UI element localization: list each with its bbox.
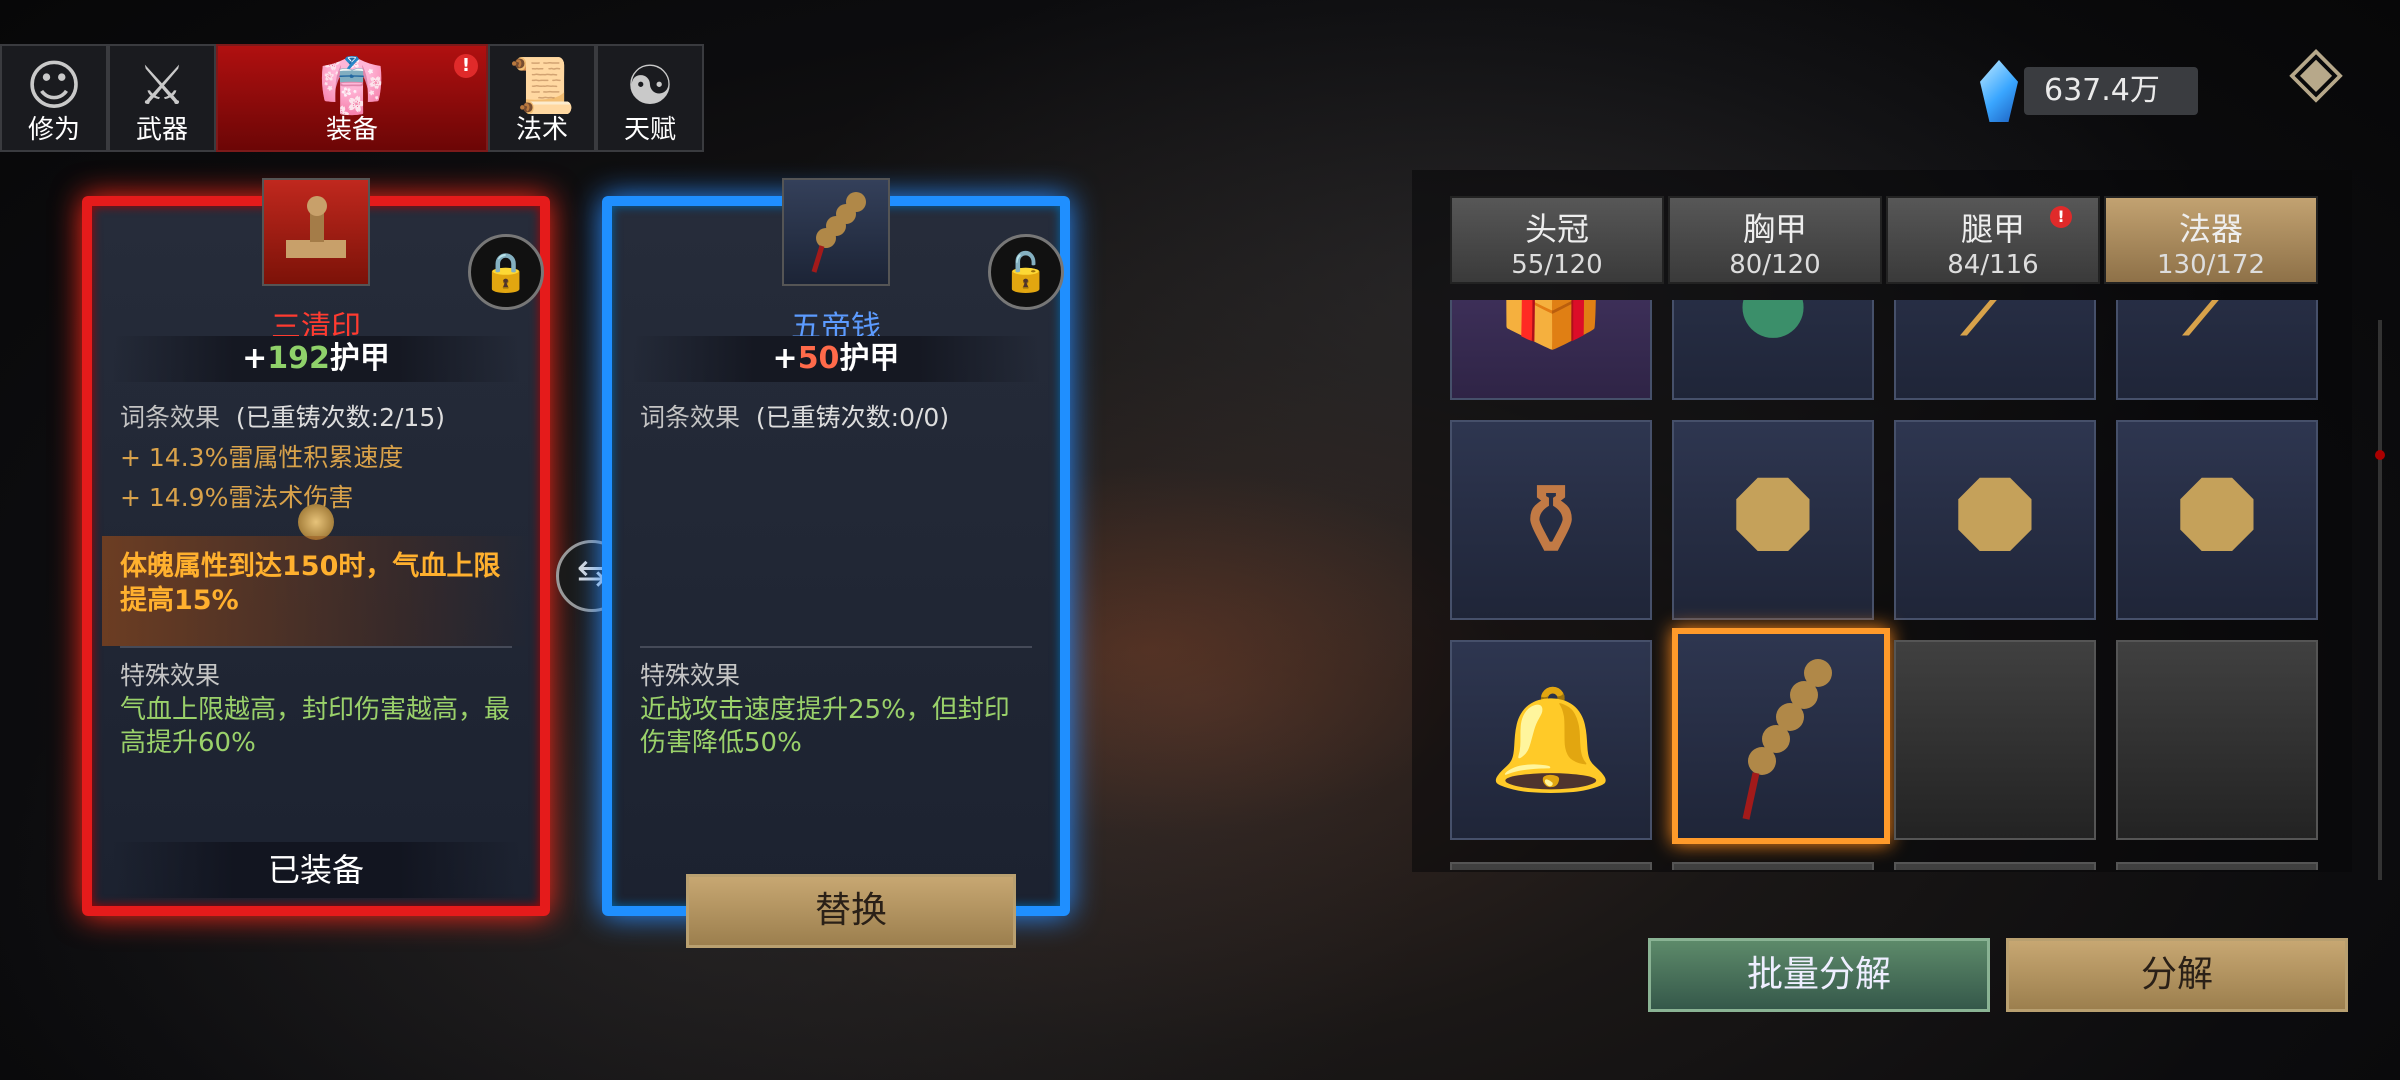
item-slot-empty[interactable] <box>2116 862 2318 870</box>
stat-value: 192 <box>267 341 330 376</box>
reforge-count: (已重铸次数:2/15) <box>235 403 445 432</box>
affix-title: 词条效果 <box>640 403 741 432</box>
inventory-scrollbar[interactable] <box>2375 320 2385 880</box>
affix-text: 雷属性积累速度 <box>228 443 404 472</box>
lock-icon[interactable]: 🔒 <box>468 234 544 310</box>
back-icon[interactable]: ◈ <box>2270 24 2362 116</box>
compare-item-card: 🔓 五帝钱 +50护甲 词条效果 (已重铸次数:0/0) 特殊效果 近战攻击速度… <box>602 178 1070 916</box>
tab-count: 80/120 <box>1729 250 1821 280</box>
crystal-icon <box>1980 60 2018 122</box>
armor-stat: +50护甲 <box>632 336 1040 382</box>
gourd-icon: ● <box>1738 300 1808 347</box>
tab-count: 55/120 <box>1511 250 1603 280</box>
scroll-thumb[interactable] <box>2375 450 2385 460</box>
item-slot-mirror[interactable]: ⯃ <box>1894 420 2096 620</box>
affix-plus: + <box>120 483 141 512</box>
alert-badge: ! <box>2050 206 2072 228</box>
stat-prefix: + <box>772 341 798 376</box>
affix-title: 词条效果 <box>120 403 221 432</box>
item-slot-ruler[interactable]: ⟋ <box>1894 300 2096 400</box>
item-slot-empty[interactable] <box>2116 640 2318 840</box>
sword-icon: ⚔ <box>137 54 187 117</box>
scroll-icon: 📜 <box>508 54 576 117</box>
tab-helmet[interactable]: 头冠 55/120 <box>1450 196 1664 284</box>
affix-value: 14.3% <box>148 443 229 472</box>
stat-label: 护甲 <box>329 341 390 376</box>
tab-legs[interactable]: ! 腿甲 84/116 <box>1886 196 2100 284</box>
special-text: 近战攻击速度提升25%，但封印伤害降低50% <box>640 695 1010 758</box>
set-bonus-text: 体魄属性到达150时，气血上限提高15% <box>120 551 501 616</box>
item-slot-mirror[interactable]: ⯃ <box>1672 420 1874 620</box>
decompose-button[interactable]: 分解 <box>2006 938 2348 1012</box>
seal-icon <box>262 178 370 286</box>
item-slot-gourd[interactable]: ● <box>1672 300 1874 400</box>
category-tab-bar: 头冠 55/120 胸甲 80/120 ! 腿甲 84/116 法器 130/172 <box>1450 196 2322 284</box>
tab-name: 头冠 <box>1524 210 1589 248</box>
tab-artifact[interactable]: 法器 130/172 <box>2104 196 2318 284</box>
lotus-bowl-icon: ⚱ <box>1509 461 1593 579</box>
stat-prefix: + <box>242 341 268 376</box>
bagua-mirror-icon: ⯃ <box>1955 461 2035 578</box>
item-slot-empty[interactable] <box>1894 862 2096 870</box>
affix-plus: + <box>120 443 141 472</box>
affix-header: 词条效果 (已重铸次数:2/15) <box>120 398 445 434</box>
coin-icon <box>298 504 334 540</box>
item-slot-seal-box[interactable]: 🎁 <box>1450 300 1652 400</box>
tab-chest[interactable]: 胸甲 80/120 <box>1668 196 1882 284</box>
bagua-mirror-icon: ⯃ <box>2177 461 2257 578</box>
ruler-icon: ⟋ <box>1960 300 2030 359</box>
special-title: 特殊效果 <box>640 661 741 690</box>
special-title: 特殊效果 <box>120 661 221 690</box>
affix-value: 14.9% <box>148 483 229 512</box>
replace-button[interactable]: 替换 <box>686 874 1016 948</box>
alert-badge: ! <box>454 54 478 78</box>
coin-string-icon <box>782 178 890 286</box>
bell-icon: 🔔 <box>1488 681 1614 798</box>
item-slot-selected[interactable] <box>1672 628 1890 844</box>
stat-label: 护甲 <box>839 341 900 376</box>
item-slot-empty[interactable] <box>1450 862 1652 870</box>
figure-icon: ☺ <box>25 54 83 117</box>
top-tab-bar: ☺ 修为 ⚔ 武器 👘 ! 装备 📜 法术 ☯ 天赋 <box>0 44 704 152</box>
tab-cultivation[interactable]: ☺ 修为 <box>0 44 108 152</box>
affix-text: 雷法术伤害 <box>228 483 354 512</box>
tab-count: 130/172 <box>2156 250 2265 280</box>
tab-count: 84/116 <box>1947 250 2039 280</box>
divider <box>120 646 512 648</box>
bagua-icon: ☯ <box>625 54 675 117</box>
set-bonus-banner: 体魄属性到达150时，气血上限提高15% <box>102 536 530 646</box>
batch-decompose-button[interactable]: 批量分解 <box>1648 938 1990 1012</box>
tab-equipment[interactable]: 👘 ! 装备 <box>216 44 488 152</box>
tab-talent[interactable]: ☯ 天赋 <box>596 44 704 152</box>
coin-string-icon <box>1742 659 1832 820</box>
reforge-count: (已重铸次数:0/0) <box>755 403 950 432</box>
unlock-icon[interactable]: 🔓 <box>988 234 1064 310</box>
tab-weapon[interactable]: ⚔ 武器 <box>108 44 216 152</box>
item-slot-empty[interactable] <box>1894 640 2096 840</box>
bagua-mirror-icon: ⯃ <box>1733 461 1813 578</box>
equipped-item-card: 🔒 三清印 +192护甲 词条效果 (已重铸次数:2/15) + 14.3%雷属… <box>82 178 550 916</box>
affix-line: + 14.3%雷属性积累速度 <box>120 438 403 474</box>
equipped-status: 已装备 <box>112 842 520 898</box>
tab-name: 胸甲 <box>1742 210 1807 248</box>
tab-name: 法器 <box>2178 210 2243 248</box>
tab-spell[interactable]: 📜 法术 <box>488 44 596 152</box>
stat-value: 50 <box>797 341 840 376</box>
special-text: 气血上限越高，封印伤害越高，最高提升60% <box>120 695 511 758</box>
currency-display: 637.4万 <box>1980 60 2198 122</box>
affix-header: 词条效果 (已重铸次数:0/0) <box>640 398 949 434</box>
inventory-grid: 🎁 ● ⟋ ⟋ ⚱ ⯃ ⯃ ⯃ 🔔 <box>1450 300 2320 870</box>
divider <box>640 646 1032 648</box>
item-slot-mirror[interactable]: ⯃ <box>2116 420 2318 620</box>
currency-amount: 637.4万 <box>2024 67 2198 115</box>
robe-icon: 👘 <box>318 54 386 117</box>
item-slot-bell[interactable]: 🔔 <box>1450 640 1652 840</box>
ruler-icon: ⟋ <box>2182 300 2252 359</box>
item-slot-ruler[interactable]: ⟋ <box>2116 300 2318 400</box>
box-icon: 🎁 <box>1494 300 1608 353</box>
item-slot-empty[interactable] <box>1672 862 1874 870</box>
armor-stat: +192护甲 <box>112 336 520 382</box>
item-slot-lotus[interactable]: ⚱ <box>1450 420 1652 620</box>
